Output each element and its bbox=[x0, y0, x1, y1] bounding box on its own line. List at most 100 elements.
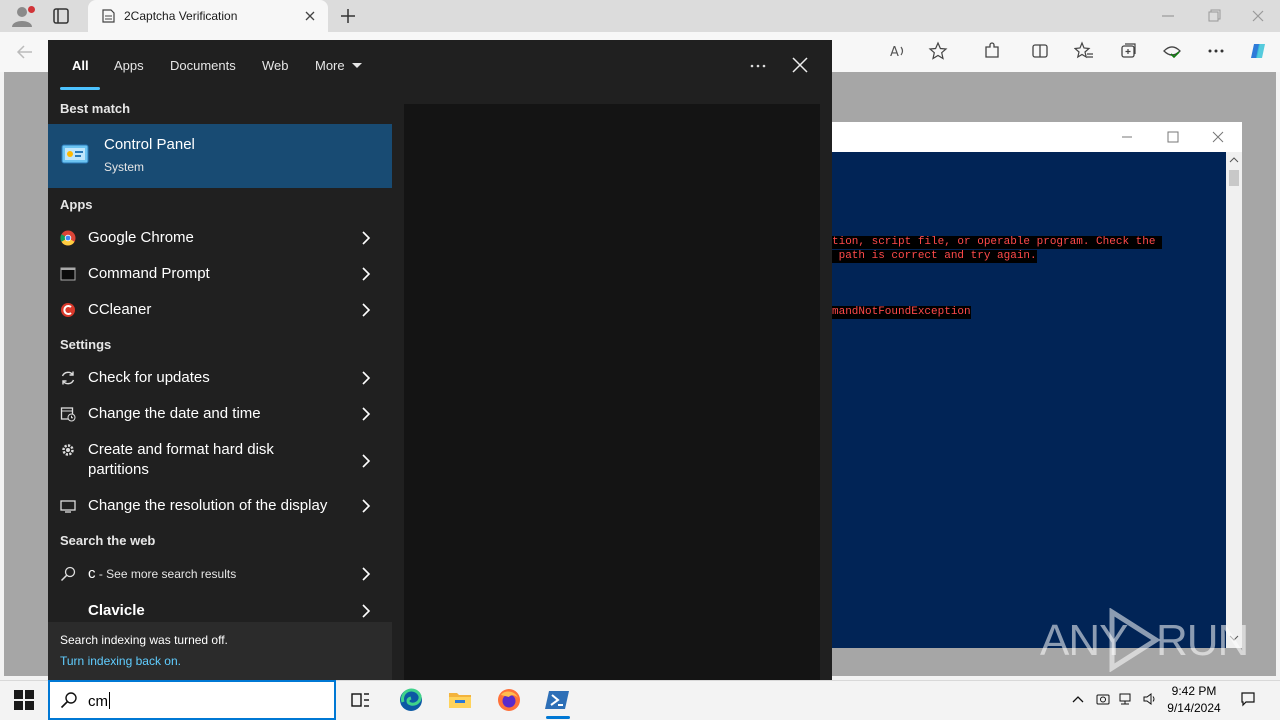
setting-check-for-updates[interactable]: Check for updates bbox=[48, 361, 392, 395]
edge-browser-icon[interactable] bbox=[397, 686, 425, 714]
profile-avatar-icon[interactable] bbox=[8, 4, 36, 28]
tab-actions-icon[interactable] bbox=[48, 4, 74, 28]
more-icon[interactable] bbox=[1206, 41, 1226, 61]
active-filter-underline bbox=[60, 87, 100, 90]
split-screen-icon[interactable] bbox=[1030, 41, 1050, 61]
search-icon bbox=[60, 691, 78, 709]
apps-heading: Apps bbox=[60, 197, 93, 212]
app-label: Google Chrome bbox=[88, 229, 194, 246]
setting-change-resolution[interactable]: Change the resolution of the display bbox=[48, 489, 392, 523]
copilot-icon[interactable] bbox=[1248, 41, 1268, 61]
command-prompt-icon bbox=[60, 266, 76, 282]
best-match-control-panel[interactable]: Control Panel System bbox=[48, 124, 392, 188]
back-arrow-icon[interactable] bbox=[14, 41, 36, 63]
minimize-icon[interactable] bbox=[1158, 6, 1178, 26]
filter-documents[interactable]: Documents bbox=[170, 58, 236, 73]
close-icon[interactable] bbox=[1209, 128, 1227, 146]
windows-start-icon[interactable] bbox=[14, 690, 34, 710]
result-preview-pane bbox=[404, 104, 820, 680]
filter-more[interactable]: More bbox=[315, 58, 345, 73]
tab-title: 2Captcha Verification bbox=[124, 9, 238, 23]
extensions-icon[interactable] bbox=[982, 41, 1002, 61]
search-icon bbox=[60, 566, 76, 582]
notifications-icon[interactable] bbox=[1240, 691, 1256, 707]
firefox-icon[interactable] bbox=[495, 686, 523, 714]
control-panel-icon bbox=[60, 140, 90, 170]
more-options-icon[interactable] bbox=[748, 58, 768, 74]
setting-change-date-time[interactable]: Change the date and time bbox=[48, 397, 392, 431]
chevron-right-icon[interactable] bbox=[360, 370, 372, 386]
network-icon[interactable] bbox=[1118, 691, 1134, 707]
chevron-right-icon[interactable] bbox=[360, 230, 372, 246]
clock-time[interactable]: 9:42 PM bbox=[1166, 684, 1222, 698]
settings-heading: Settings bbox=[60, 337, 112, 352]
chevron-right-icon[interactable] bbox=[360, 302, 372, 318]
clock-date[interactable]: 9/14/2024 bbox=[1160, 701, 1228, 715]
task-view-icon[interactable] bbox=[346, 686, 374, 714]
volume-icon[interactable] bbox=[1142, 691, 1158, 707]
maximize-icon[interactable] bbox=[1164, 128, 1182, 146]
scrollbar-thumb[interactable] bbox=[1229, 170, 1239, 186]
caret-down-icon[interactable] bbox=[351, 62, 363, 70]
chevron-right-icon[interactable] bbox=[360, 603, 372, 619]
search-web-heading: Search the web bbox=[60, 533, 156, 548]
plus-icon[interactable] bbox=[338, 6, 358, 26]
setting-create-format-partitions[interactable]: Create and format hard disk partitions bbox=[48, 433, 392, 489]
disk-gear-icon bbox=[60, 442, 76, 458]
app-label: CCleaner bbox=[88, 301, 152, 318]
close-icon[interactable] bbox=[1248, 6, 1268, 26]
best-match-heading: Best match bbox=[60, 101, 131, 116]
read-aloud-icon[interactable]: A bbox=[888, 41, 908, 61]
web-result-label: c - See more search results bbox=[88, 565, 236, 582]
close-tab-icon[interactable] bbox=[302, 8, 318, 24]
close-icon[interactable] bbox=[791, 56, 809, 74]
powershell-window[interactable]: tion, script file, or operable program. … bbox=[832, 122, 1242, 648]
chevron-right-icon[interactable] bbox=[360, 266, 372, 282]
search-input-value: cm bbox=[88, 692, 110, 710]
best-match-type: System bbox=[104, 160, 145, 174]
filter-apps[interactable]: Apps bbox=[114, 58, 144, 73]
favorites-icon[interactable] bbox=[1074, 41, 1094, 61]
browser-tab[interactable]: 2Captcha Verification bbox=[88, 0, 328, 32]
chrome-icon bbox=[60, 230, 76, 246]
filter-web[interactable]: Web bbox=[262, 58, 289, 73]
indexing-notice: Search indexing was turned off. Turn ind… bbox=[48, 622, 392, 680]
chevron-right-icon[interactable] bbox=[360, 453, 372, 469]
start-search-panel: All Apps Documents Web More Best match C… bbox=[48, 40, 832, 680]
collections-icon[interactable] bbox=[1118, 41, 1138, 61]
filter-all[interactable]: All bbox=[72, 58, 89, 73]
browser-tab-bar: 2Captcha Verification bbox=[0, 0, 1280, 32]
chevron-up-icon[interactable] bbox=[1070, 691, 1086, 707]
app-command-prompt[interactable]: Command Prompt bbox=[48, 257, 392, 291]
taskbar-search-input[interactable]: cm bbox=[48, 680, 336, 720]
best-match-name: Control Panel bbox=[104, 136, 195, 153]
app-google-chrome[interactable]: Google Chrome bbox=[48, 221, 392, 255]
powershell-title-bar[interactable] bbox=[832, 122, 1242, 152]
file-explorer-icon[interactable] bbox=[446, 686, 474, 714]
powershell-scrollbar[interactable] bbox=[1226, 152, 1242, 648]
indexing-message: Search indexing was turned off. bbox=[60, 633, 228, 647]
chevron-right-icon[interactable] bbox=[360, 566, 372, 582]
chevron-right-icon[interactable] bbox=[360, 406, 372, 422]
calendar-clock-icon bbox=[60, 406, 76, 422]
minimize-icon[interactable] bbox=[1118, 128, 1136, 146]
web-query: c bbox=[88, 565, 96, 582]
turn-indexing-on-link[interactable]: Turn indexing back on. bbox=[60, 654, 181, 668]
app-ccleaner[interactable]: CCleaner bbox=[48, 293, 392, 327]
chevron-right-icon[interactable] bbox=[360, 498, 372, 514]
favorite-star-icon[interactable] bbox=[928, 41, 948, 61]
powershell-icon[interactable] bbox=[544, 686, 572, 719]
camera-icon[interactable] bbox=[1095, 691, 1111, 707]
restore-icon[interactable] bbox=[1204, 6, 1224, 26]
setting-label: Change the date and time bbox=[88, 405, 261, 422]
refresh-icon bbox=[60, 370, 76, 386]
web-query-suffix: - See more search results bbox=[95, 567, 237, 581]
anyrun-watermark: ANY RUN bbox=[1040, 608, 1249, 672]
active-app-indicator bbox=[546, 716, 570, 719]
ccleaner-icon bbox=[60, 302, 76, 318]
web-search-result[interactable]: c - See more search results bbox=[48, 557, 392, 591]
text-caret bbox=[109, 692, 110, 709]
search-text: cm bbox=[88, 693, 108, 710]
setting-label: Create and format hard disk partitions bbox=[88, 441, 274, 478]
browser-essentials-icon[interactable] bbox=[1162, 41, 1182, 61]
